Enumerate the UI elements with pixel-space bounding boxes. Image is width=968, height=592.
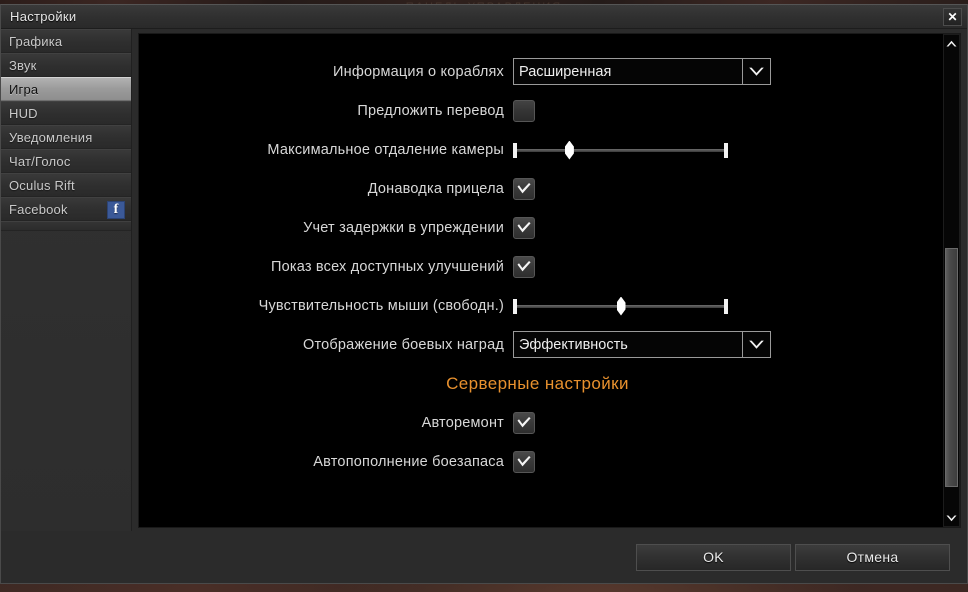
setting-row: Предложить перевод xyxy=(139,91,960,130)
setting-control xyxy=(513,216,960,239)
sidebar-item-0[interactable]: Графика xyxy=(1,29,131,53)
setting-label: Максимальное отдаление камеры xyxy=(267,141,504,158)
sidebar-item-label: Oculus Rift xyxy=(9,177,75,193)
sidebar-filler xyxy=(1,221,131,231)
scroll-down-icon[interactable] xyxy=(944,510,959,526)
setting-label: Предложить перевод xyxy=(357,102,504,119)
scrollbar-track[interactable] xyxy=(944,51,959,510)
setting-control xyxy=(513,99,960,122)
slider-cap-right xyxy=(724,142,728,158)
sidebar-item-label: Уведомления xyxy=(9,129,93,145)
setting-control xyxy=(513,177,960,200)
settings-window: Настройки ✕ Графика Звук Игра HUD Уведомлени… xyxy=(0,4,968,584)
aim-assist-checkbox[interactable] xyxy=(513,177,535,200)
sidebar-item-4[interactable]: Уведомления xyxy=(1,125,131,149)
window-body: Графика Звук Игра HUD Уведомления Чат/Голос Oc… xyxy=(1,29,967,531)
setting-row: Показ всех доступных улучшений xyxy=(139,247,960,286)
cancel-button[interactable]: Отмена xyxy=(795,543,950,571)
mouse-sensitivity-slider[interactable] xyxy=(513,295,728,317)
setting-label: Чувствительность мыши (свободн.) xyxy=(258,297,504,314)
setting-control: Эффективность xyxy=(513,331,960,358)
window-title: Настройки xyxy=(10,9,77,24)
setting-label: Учет задержки в упреждении xyxy=(303,219,504,236)
scroll-up-icon[interactable] xyxy=(944,35,959,51)
slider-cap-left xyxy=(513,298,517,314)
sidebar-item-7[interactable]: Facebook f xyxy=(1,197,131,221)
slider-handle[interactable] xyxy=(564,140,574,160)
settings-content: Информация о кораблях Расширенная Предложи… xyxy=(132,29,967,531)
auto-resupply-ammo-checkbox[interactable] xyxy=(513,450,535,473)
window-titlebar: Настройки ✕ xyxy=(1,5,967,29)
sidebar-item-3[interactable]: HUD xyxy=(1,101,131,125)
ok-button[interactable]: OK xyxy=(636,543,791,571)
facebook-icon[interactable]: f xyxy=(107,201,125,219)
screen: ПАНЕЛЬ УПРАВЛЕНИЯ Настройки ✕ ГрафикаЗву… xyxy=(0,0,968,592)
setting-label: Донаводка прицела xyxy=(367,180,504,197)
settings-panel: Информация о кораблях Расширенная Предложи… xyxy=(138,33,961,528)
setting-row: Отображение боевых наград Эффективность xyxy=(139,325,960,364)
offer-translation-checkbox[interactable] xyxy=(513,99,535,122)
dropdown-value: Расширенная xyxy=(519,63,612,80)
setting-row: Информация о кораблях Расширенная xyxy=(139,52,960,91)
sidebar-item-label: Звук xyxy=(9,57,37,73)
setting-control: Расширенная xyxy=(513,58,960,85)
max-camera-distance-slider[interactable] xyxy=(513,139,728,161)
slider-cap-right xyxy=(724,298,728,314)
show-all-upgrades-checkbox[interactable] xyxy=(513,255,535,278)
setting-row: Чувствительность мыши (свободн.) xyxy=(139,286,960,325)
setting-row: Учет задержки в упреждении xyxy=(139,208,960,247)
setting-row: Донаводка прицела xyxy=(139,169,960,208)
sidebar-item-5[interactable]: Чат/Голос xyxy=(1,149,131,173)
battle-awards-dropdown[interactable]: Эффективность xyxy=(513,331,771,358)
lead-latency-checkbox[interactable] xyxy=(513,216,535,239)
setting-control xyxy=(513,411,960,434)
setting-label: Отображение боевых наград xyxy=(302,336,504,353)
sidebar-item-2[interactable]: Игра xyxy=(1,77,131,101)
setting-row: Максимальное отдаление камеры xyxy=(139,130,960,169)
setting-label: Показ всех доступных улучшений xyxy=(270,258,504,275)
setting-label: Авторемонт xyxy=(421,414,504,431)
sidebar-item-1[interactable]: Звук xyxy=(1,53,131,77)
setting-row: Авторемонт xyxy=(139,403,960,442)
settings-sidebar: Графика Звук Игра HUD Уведомления Чат/Голос Oc… xyxy=(1,29,132,531)
close-icon[interactable]: ✕ xyxy=(943,8,962,26)
server-settings-header: Серверные настройки xyxy=(139,364,960,403)
section-title: Серверные настройки xyxy=(446,373,629,393)
setting-control xyxy=(513,295,960,317)
sidebar-item-label: Игра xyxy=(9,81,39,97)
scrollbar-thumb[interactable] xyxy=(945,248,958,488)
sidebar-item-label: Чат/Голос xyxy=(9,153,71,169)
setting-control xyxy=(513,255,960,278)
sidebar-item-label: HUD xyxy=(9,105,38,121)
content-scrollbar[interactable] xyxy=(943,34,960,527)
ship-info-dropdown[interactable]: Расширенная xyxy=(513,58,771,85)
slider-cap-left xyxy=(513,142,517,158)
auto-repair-checkbox[interactable] xyxy=(513,411,535,434)
slider-track xyxy=(513,148,728,152)
sidebar-item-label: Графика xyxy=(9,33,63,49)
settings-rows: Информация о кораблях Расширенная Предложи… xyxy=(139,34,960,481)
slider-handle[interactable] xyxy=(616,296,626,316)
setting-control xyxy=(513,450,960,473)
dialog-footer: OK Отмена xyxy=(1,531,967,583)
dropdown-value: Эффективность xyxy=(519,336,628,353)
setting-label: Информация о кораблях xyxy=(332,63,504,80)
setting-control xyxy=(513,139,960,161)
setting-row: Автопополнение боезапаса xyxy=(139,442,960,481)
sidebar-item-6[interactable]: Oculus Rift xyxy=(1,173,131,197)
sidebar-item-label: Facebook xyxy=(9,201,68,217)
setting-label: Автопополнение боезапаса xyxy=(313,453,504,470)
chevron-down-icon[interactable] xyxy=(742,332,770,357)
chevron-down-icon[interactable] xyxy=(742,59,770,84)
